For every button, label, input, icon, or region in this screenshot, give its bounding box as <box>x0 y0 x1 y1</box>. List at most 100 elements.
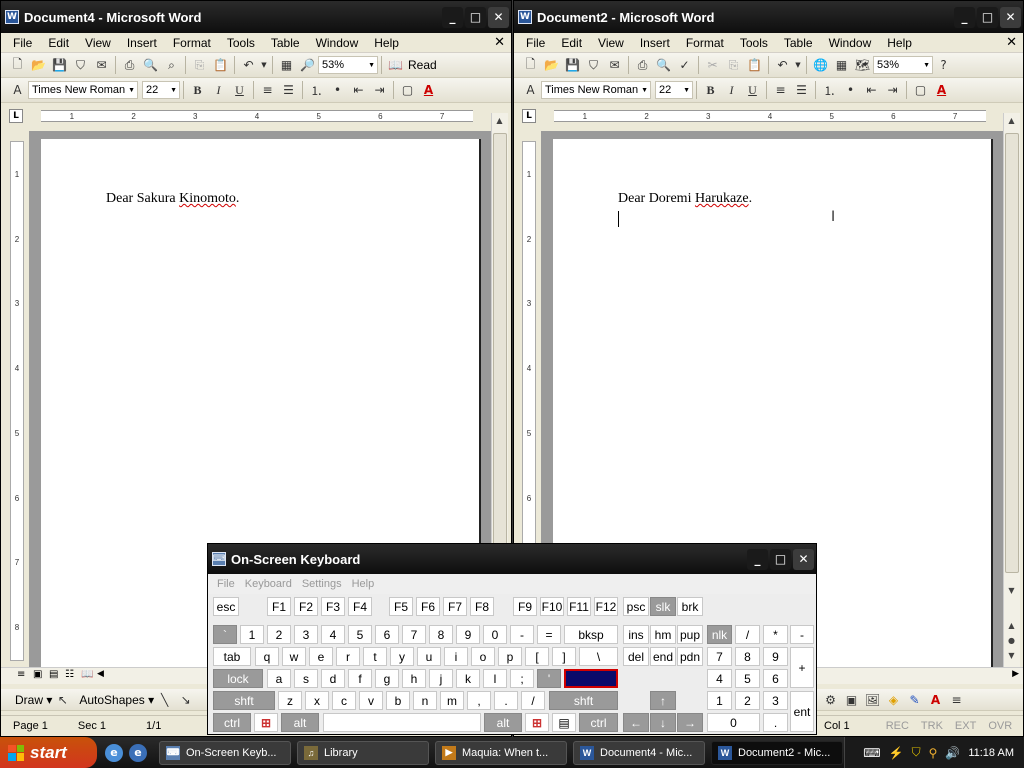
key-l[interactable]: l <box>483 669 507 688</box>
key-f4[interactable]: F4 <box>348 597 372 616</box>
browser-icon[interactable]: e <box>129 743 147 762</box>
key-v[interactable]: v <box>359 691 383 710</box>
key-alt-left[interactable]: alt <box>281 713 319 732</box>
increase-indent-icon[interactable]: ⇥ <box>882 80 903 100</box>
key-num-7[interactable]: 7 <box>707 647 732 666</box>
align-center-icon[interactable]: ☰ <box>278 80 299 100</box>
key-num-add[interactable]: + <box>790 647 814 688</box>
key-num-5[interactable]: 5 <box>735 669 760 688</box>
draw-menu[interactable]: Draw ▾ <box>15 693 52 707</box>
align-left-icon[interactable]: ≡ <box>257 80 278 100</box>
key-quote[interactable]: ' <box>537 669 561 688</box>
key-num-9[interactable]: 9 <box>763 647 788 666</box>
key-f8[interactable]: F8 <box>470 597 494 616</box>
close-document-icon[interactable]: ✕ <box>1006 35 1017 50</box>
key-j[interactable]: j <box>429 669 453 688</box>
paste-icon[interactable]: 📋 <box>744 55 765 75</box>
font-color-icon[interactable]: A <box>418 80 439 100</box>
diagram-icon[interactable]: ⚙ <box>820 690 841 710</box>
minimize-button[interactable]: _ <box>954 6 975 28</box>
task-on-screen-keyboard[interactable]: ⌨ On-Screen Keyb... <box>159 740 291 765</box>
new-icon[interactable]: 🗋 <box>520 55 541 75</box>
paste-icon[interactable]: 📋 <box>210 55 231 75</box>
menu-window[interactable]: Window <box>821 36 880 50</box>
vertical-scrollbar[interactable]: ▲ ▼ ▲ ● ▼ <box>1003 113 1020 667</box>
key-p[interactable]: p <box>498 647 522 666</box>
web-view-icon[interactable]: ▣ <box>33 669 42 680</box>
close-button[interactable]: ✕ <box>488 6 509 28</box>
zoom-combo[interactable]: 53% ▼ <box>318 56 378 74</box>
key-num-6[interactable]: 6 <box>763 669 788 688</box>
word-app-icon[interactable]: W <box>5 10 19 24</box>
key-period[interactable]: . <box>494 691 518 710</box>
key-f9[interactable]: F9 <box>513 597 537 616</box>
key-c[interactable]: c <box>332 691 356 710</box>
key-f2[interactable]: F2 <box>294 597 318 616</box>
key-w[interactable]: w <box>282 647 306 666</box>
outline-view-icon[interactable]: ☷ <box>65 669 74 680</box>
key-k[interactable]: k <box>456 669 480 688</box>
key-ins[interactable]: ins <box>623 625 649 644</box>
email-icon[interactable]: ✉ <box>91 55 112 75</box>
italic-icon[interactable]: I <box>208 80 229 100</box>
key-num-2[interactable]: 2 <box>735 691 760 710</box>
menu-key-icon[interactable]: ▤ <box>552 713 576 732</box>
save-icon[interactable]: 💾 <box>49 55 70 75</box>
key-f5[interactable]: F5 <box>389 597 413 616</box>
key-t[interactable]: t <box>363 647 387 666</box>
fill-color-icon[interactable]: ◈ <box>883 690 904 710</box>
scroll-up-icon[interactable]: ▲ <box>492 113 507 128</box>
key-equal[interactable]: = <box>537 625 561 644</box>
maximize-button[interactable]: □ <box>977 6 998 28</box>
italic-icon[interactable]: I <box>721 80 742 100</box>
close-button[interactable]: ✕ <box>1000 6 1021 28</box>
autoshapes-menu[interactable]: AutoShapes ▾ <box>79 693 154 707</box>
key-num-subtract[interactable]: - <box>790 625 814 644</box>
key-3[interactable]: 3 <box>294 625 318 644</box>
key-s[interactable]: s <box>294 669 318 688</box>
close-button[interactable]: ✕ <box>793 548 814 570</box>
key-shift-right[interactable]: shft <box>549 691 618 710</box>
key-space[interactable] <box>323 713 481 732</box>
line-style-icon[interactable]: ≡ <box>946 690 967 710</box>
menu-format[interactable]: Format <box>165 36 219 50</box>
help-icon[interactable]: ? <box>933 55 954 75</box>
vertical-ruler[interactable]: 12345678 <box>10 141 24 661</box>
key-backspace[interactable]: bksp <box>564 625 618 644</box>
key-capslock[interactable]: lock <box>213 669 263 688</box>
email-icon[interactable]: ✉ <box>604 55 625 75</box>
task-maquia[interactable]: ▶ Maquia: When t... <box>435 740 567 765</box>
key-num-4[interactable]: 4 <box>707 669 732 688</box>
arrow-icon[interactable]: ↘ <box>175 690 196 710</box>
menu-tools[interactable]: Tools <box>219 36 263 50</box>
network-icon[interactable]: ⚡ <box>889 746 904 760</box>
start-button[interactable]: start <box>0 737 97 768</box>
key-enter-selected[interactable] <box>564 669 618 688</box>
numbering-icon[interactable]: ⒈ <box>306 80 327 100</box>
align-center-icon[interactable]: ☰ <box>791 80 812 100</box>
horizontal-ruler[interactable]: L 1 2 3 4 5 6 7 <box>514 103 1023 129</box>
read-icon[interactable]: 📖 <box>385 55 406 75</box>
bullets-icon[interactable]: • <box>327 80 348 100</box>
increase-indent-icon[interactable]: ⇥ <box>369 80 390 100</box>
undo-dropdown-icon[interactable]: ▼ <box>259 55 269 75</box>
scroll-right-icon[interactable]: ▶ <box>1012 669 1019 679</box>
scroll-up-icon[interactable]: ▲ <box>1004 113 1019 128</box>
zoom-combo[interactable]: 53% ▼ <box>873 56 933 74</box>
key-arrow-down[interactable]: ↓ <box>650 713 676 732</box>
key-i[interactable]: i <box>444 647 468 666</box>
key-slash[interactable]: / <box>521 691 545 710</box>
clip-art-icon[interactable]: ▣ <box>841 690 862 710</box>
menu-file[interactable]: File <box>518 36 553 50</box>
bold-icon[interactable]: B <box>700 80 721 100</box>
horizontal-ruler[interactable]: L 1 2 3 4 5 6 7 <box>1 103 511 129</box>
hyperlink-icon[interactable]: 🌐 <box>810 55 831 75</box>
copy-icon[interactable]: ⎘ <box>723 55 744 75</box>
internet-explorer-icon[interactable]: e <box>105 743 123 762</box>
key-arrow-left[interactable]: ← <box>623 713 649 732</box>
font-size-combo[interactable]: 22 ▼ <box>142 81 180 99</box>
key-tab[interactable]: tab <box>213 647 251 666</box>
scroll-left-icon[interactable]: ◀ <box>97 669 104 679</box>
security-shield-icon[interactable]: ⛉ <box>912 745 921 760</box>
key-y[interactable]: y <box>390 647 414 666</box>
